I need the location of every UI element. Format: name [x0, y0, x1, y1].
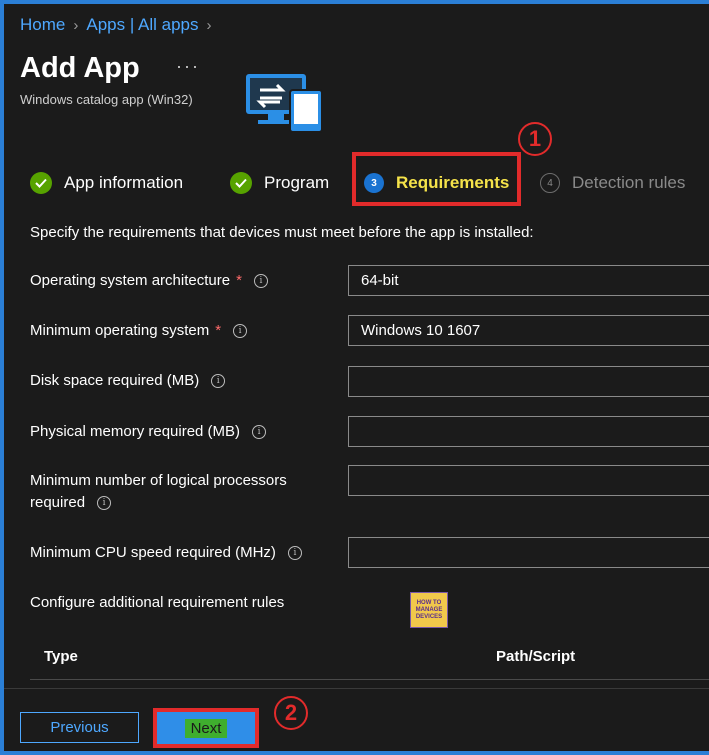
next-button[interactable]: Next — [153, 708, 259, 748]
info-icon[interactable]: i — [97, 496, 112, 511]
info-icon[interactable]: i — [211, 374, 226, 389]
step-label: Program — [264, 173, 330, 192]
intro-text: Specify the requirements that devices mu… — [30, 224, 534, 241]
chevron-right-icon: › — [73, 16, 79, 34]
info-icon[interactable]: i — [287, 546, 302, 561]
os-arch-select[interactable]: 64-bit — [348, 265, 709, 296]
os-arch-label: Operating system architecture * i — [30, 270, 268, 292]
cpu-speed-label: Minimum CPU speed required (MHz) i — [30, 542, 302, 564]
field-label-text: Operating system architecture — [30, 272, 231, 289]
rules-table-header: Type Path/Script — [30, 636, 709, 680]
column-path-script[interactable]: Path/Script — [496, 648, 575, 665]
field-label-text: required — [30, 494, 86, 511]
tab-app-information[interactable]: App information — [30, 165, 183, 201]
logo-text: MANAGE — [415, 606, 443, 613]
min-os-select[interactable]: Windows 10 1607 — [348, 315, 709, 346]
logo-text: DEVICES — [415, 613, 443, 620]
callout-two: 2 — [274, 696, 308, 730]
field-label-text: Minimum CPU speed required (MHz) — [30, 544, 276, 561]
requirements-highlight — [352, 152, 521, 206]
disk-space-input[interactable] — [348, 366, 709, 397]
min-os-label: Minimum operating system * i — [30, 320, 248, 342]
tab-program[interactable]: Program — [230, 165, 329, 201]
disk-space-label: Disk space required (MB) i — [30, 370, 226, 392]
processors-label: Minimum number of logical processors req… — [30, 470, 287, 514]
field-label-text: Minimum number of logical processors — [30, 472, 287, 489]
required-marker: * — [236, 272, 242, 289]
callout-one: 1 — [518, 122, 552, 156]
footer-divider — [4, 688, 709, 689]
tab-detection-rules[interactable]: 4 Detection rules — [540, 165, 685, 201]
info-icon[interactable]: i — [233, 324, 248, 339]
page-title: Add App — [20, 52, 140, 84]
step-label: App information — [64, 173, 184, 192]
required-marker: * — [215, 322, 222, 339]
field-label-text: Minimum operating system — [30, 322, 210, 339]
info-icon[interactable]: i — [253, 274, 268, 289]
column-type[interactable]: Type — [44, 648, 78, 665]
info-icon[interactable]: i — [252, 425, 267, 440]
breadcrumb-home[interactable]: Home — [20, 15, 65, 35]
remote-desktop-icon — [246, 74, 323, 133]
field-label-text: Disk space required (MB) — [30, 372, 200, 389]
memory-input[interactable] — [348, 416, 709, 447]
step-number: 4 — [540, 173, 560, 193]
next-button-label: Next — [184, 718, 228, 738]
field-label-text: Physical memory required (MB) — [30, 423, 241, 440]
processors-input[interactable] — [348, 465, 709, 496]
cpu-speed-input[interactable] — [348, 537, 709, 568]
chevron-right-icon: › — [206, 16, 212, 34]
page-subtitle: Windows catalog app (Win32) — [20, 92, 193, 107]
check-icon — [30, 172, 52, 194]
memory-label: Physical memory required (MB) i — [30, 421, 267, 443]
additional-rules-heading: Configure additional requirement rules — [30, 594, 285, 611]
breadcrumb-apps[interactable]: Apps | All apps — [86, 15, 198, 35]
breadcrumb: Home › Apps | All apps › — [20, 15, 212, 35]
previous-button[interactable]: Previous — [20, 712, 139, 743]
logo-text: HOW TO — [416, 599, 442, 606]
watermark-logo: HOW TO MANAGE DEVICES — [410, 592, 448, 628]
check-icon — [230, 172, 252, 194]
more-options-button[interactable]: ··· — [176, 56, 200, 77]
step-label: Detection rules — [572, 173, 686, 192]
